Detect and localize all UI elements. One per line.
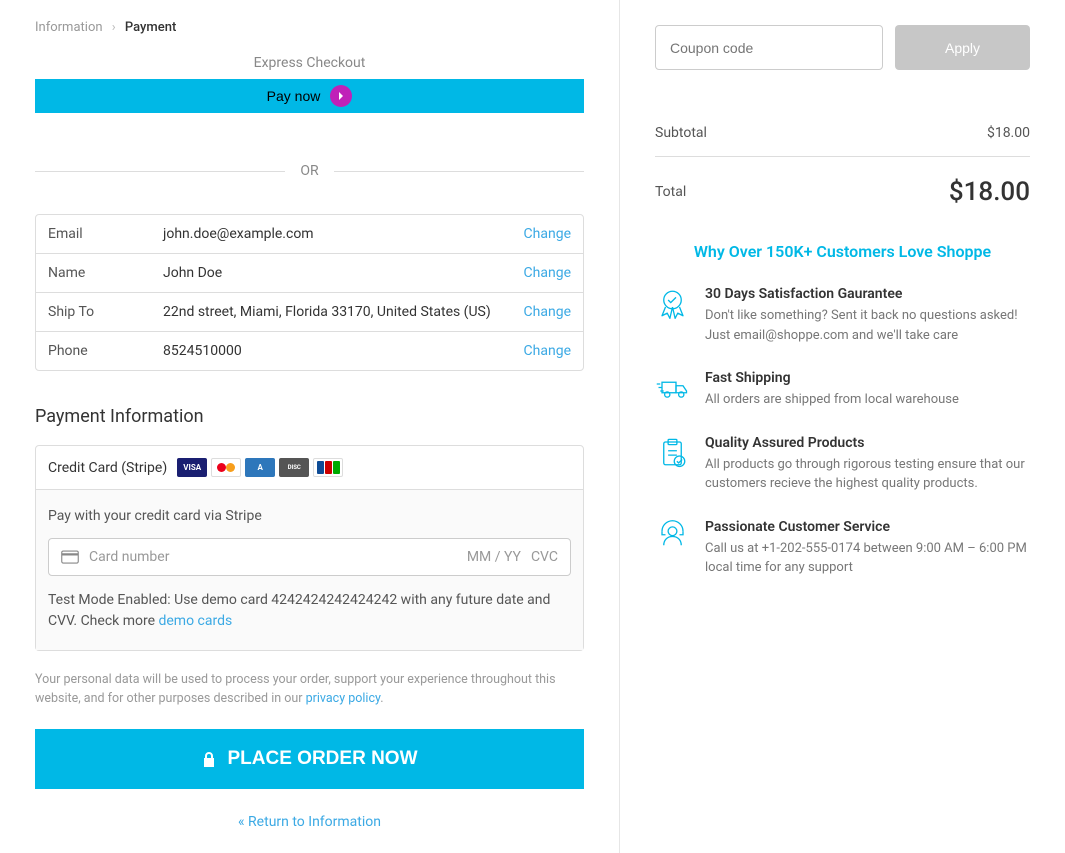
return-to-information-link[interactable]: « Return to Information — [238, 814, 381, 830]
visa-icon: VISA — [177, 458, 207, 477]
name-label: Name — [48, 265, 163, 281]
chevron-right-icon: › — [112, 20, 116, 35]
express-checkout-label: Express Checkout — [35, 55, 584, 71]
total-value: $18.00 — [949, 177, 1030, 207]
trust-item-shipping: Fast Shipping All orders are shipped fro… — [655, 370, 1030, 410]
payment-desc: Pay with your credit card via Stripe — [48, 508, 571, 524]
info-row-phone: Phone 8524510000 Change — [36, 332, 583, 370]
trust-title: Why Over 150K+ Customers Love Shoppe — [655, 242, 1030, 261]
trust-item-quality: Quality Assured Products All products go… — [655, 435, 1030, 494]
shipto-label: Ship To — [48, 304, 163, 320]
info-row-shipto: Ship To 22nd street, Miami, Florida 3317… — [36, 293, 583, 332]
info-row-name: Name John Doe Change — [36, 254, 583, 293]
phone-value: 8524510000 — [163, 343, 524, 359]
truck-icon — [655, 370, 690, 405]
trust-item-desc: Call us at +1-202-555-0174 between 9:00 … — [705, 539, 1030, 578]
change-shipto-link[interactable]: Change — [524, 304, 571, 320]
email-label: Email — [48, 226, 163, 242]
headset-icon — [655, 519, 690, 554]
trust-item-desc: All products go through rigorous testing… — [705, 455, 1030, 494]
jcb-icon — [313, 458, 343, 477]
apply-coupon-button[interactable]: Apply — [895, 25, 1030, 70]
badge-check-icon — [655, 286, 690, 321]
arrow-right-icon — [330, 85, 352, 107]
coupon-input[interactable] — [655, 25, 883, 70]
clipboard-check-icon — [655, 435, 690, 470]
place-order-button[interactable]: PLACE ORDER NOW — [35, 729, 584, 789]
place-order-label: PLACE ORDER NOW — [228, 748, 418, 770]
card-icon — [61, 550, 79, 564]
discover-icon: DISC — [279, 458, 309, 477]
test-mode-note: Test Mode Enabled: Use demo card 4242424… — [48, 590, 571, 632]
info-row-email: Email john.doe@example.com Change — [36, 215, 583, 254]
trust-item-title: Quality Assured Products — [705, 435, 1030, 451]
payment-method-header: Credit Card (Stripe) VISA A DISC — [36, 446, 583, 490]
change-email-link[interactable]: Change — [524, 226, 571, 242]
trust-item-guarantee: 30 Days Satisfaction Gaurantee Don't lik… — [655, 286, 1030, 345]
or-text: OR — [285, 163, 333, 179]
pay-now-button[interactable]: Pay now — [35, 79, 584, 113]
card-cvc-placeholder: CVC — [531, 549, 558, 565]
trust-item-desc: All orders are shipped from local wareho… — [705, 390, 959, 410]
name-value: John Doe — [163, 265, 524, 281]
trust-item-title: Passionate Customer Service — [705, 519, 1030, 535]
card-icons: VISA A DISC — [177, 458, 343, 477]
lock-icon — [202, 751, 216, 767]
trust-item-service: Passionate Customer Service Call us at +… — [655, 519, 1030, 578]
trust-item-title: Fast Shipping — [705, 370, 959, 386]
card-number-placeholder: Card number — [89, 549, 457, 565]
privacy-note: Your personal data will be used to proce… — [35, 671, 584, 709]
or-divider: OR — [35, 163, 584, 179]
customer-info-table: Email john.doe@example.com Change Name J… — [35, 214, 584, 371]
email-value: john.doe@example.com — [163, 226, 524, 242]
shipto-value: 22nd street, Miami, Florida 33170, Unite… — [163, 304, 524, 320]
breadcrumb-payment: Payment — [125, 20, 176, 35]
breadcrumb-information[interactable]: Information — [35, 20, 103, 35]
trust-item-title: 30 Days Satisfaction Gaurantee — [705, 286, 1030, 302]
total-label: Total — [655, 184, 686, 200]
change-phone-link[interactable]: Change — [524, 343, 571, 359]
pay-now-label: Pay now — [267, 88, 321, 104]
change-name-link[interactable]: Change — [524, 265, 571, 281]
demo-cards-link[interactable]: demo cards — [158, 613, 232, 629]
breadcrumb: Information › Payment — [35, 20, 584, 35]
trust-item-desc: Don't like something? Sent it back no qu… — [705, 306, 1030, 345]
subtotal-label: Subtotal — [655, 125, 707, 141]
payment-method-label: Credit Card (Stripe) — [48, 460, 167, 476]
subtotal-row: Subtotal $18.00 — [655, 110, 1030, 156]
total-row: Total $18.00 — [655, 157, 1030, 222]
phone-label: Phone — [48, 343, 163, 359]
card-input[interactable]: Card number MM / YY CVC — [48, 538, 571, 576]
amex-icon: A — [245, 458, 275, 477]
subtotal-value: $18.00 — [987, 125, 1030, 141]
payment-section-title: Payment Information — [35, 406, 584, 427]
card-expiry-placeholder: MM / YY — [467, 549, 521, 565]
privacy-policy-link[interactable]: privacy policy — [306, 691, 381, 706]
payment-box: Credit Card (Stripe) VISA A DISC Pay wit… — [35, 445, 584, 651]
mastercard-icon — [211, 458, 241, 477]
